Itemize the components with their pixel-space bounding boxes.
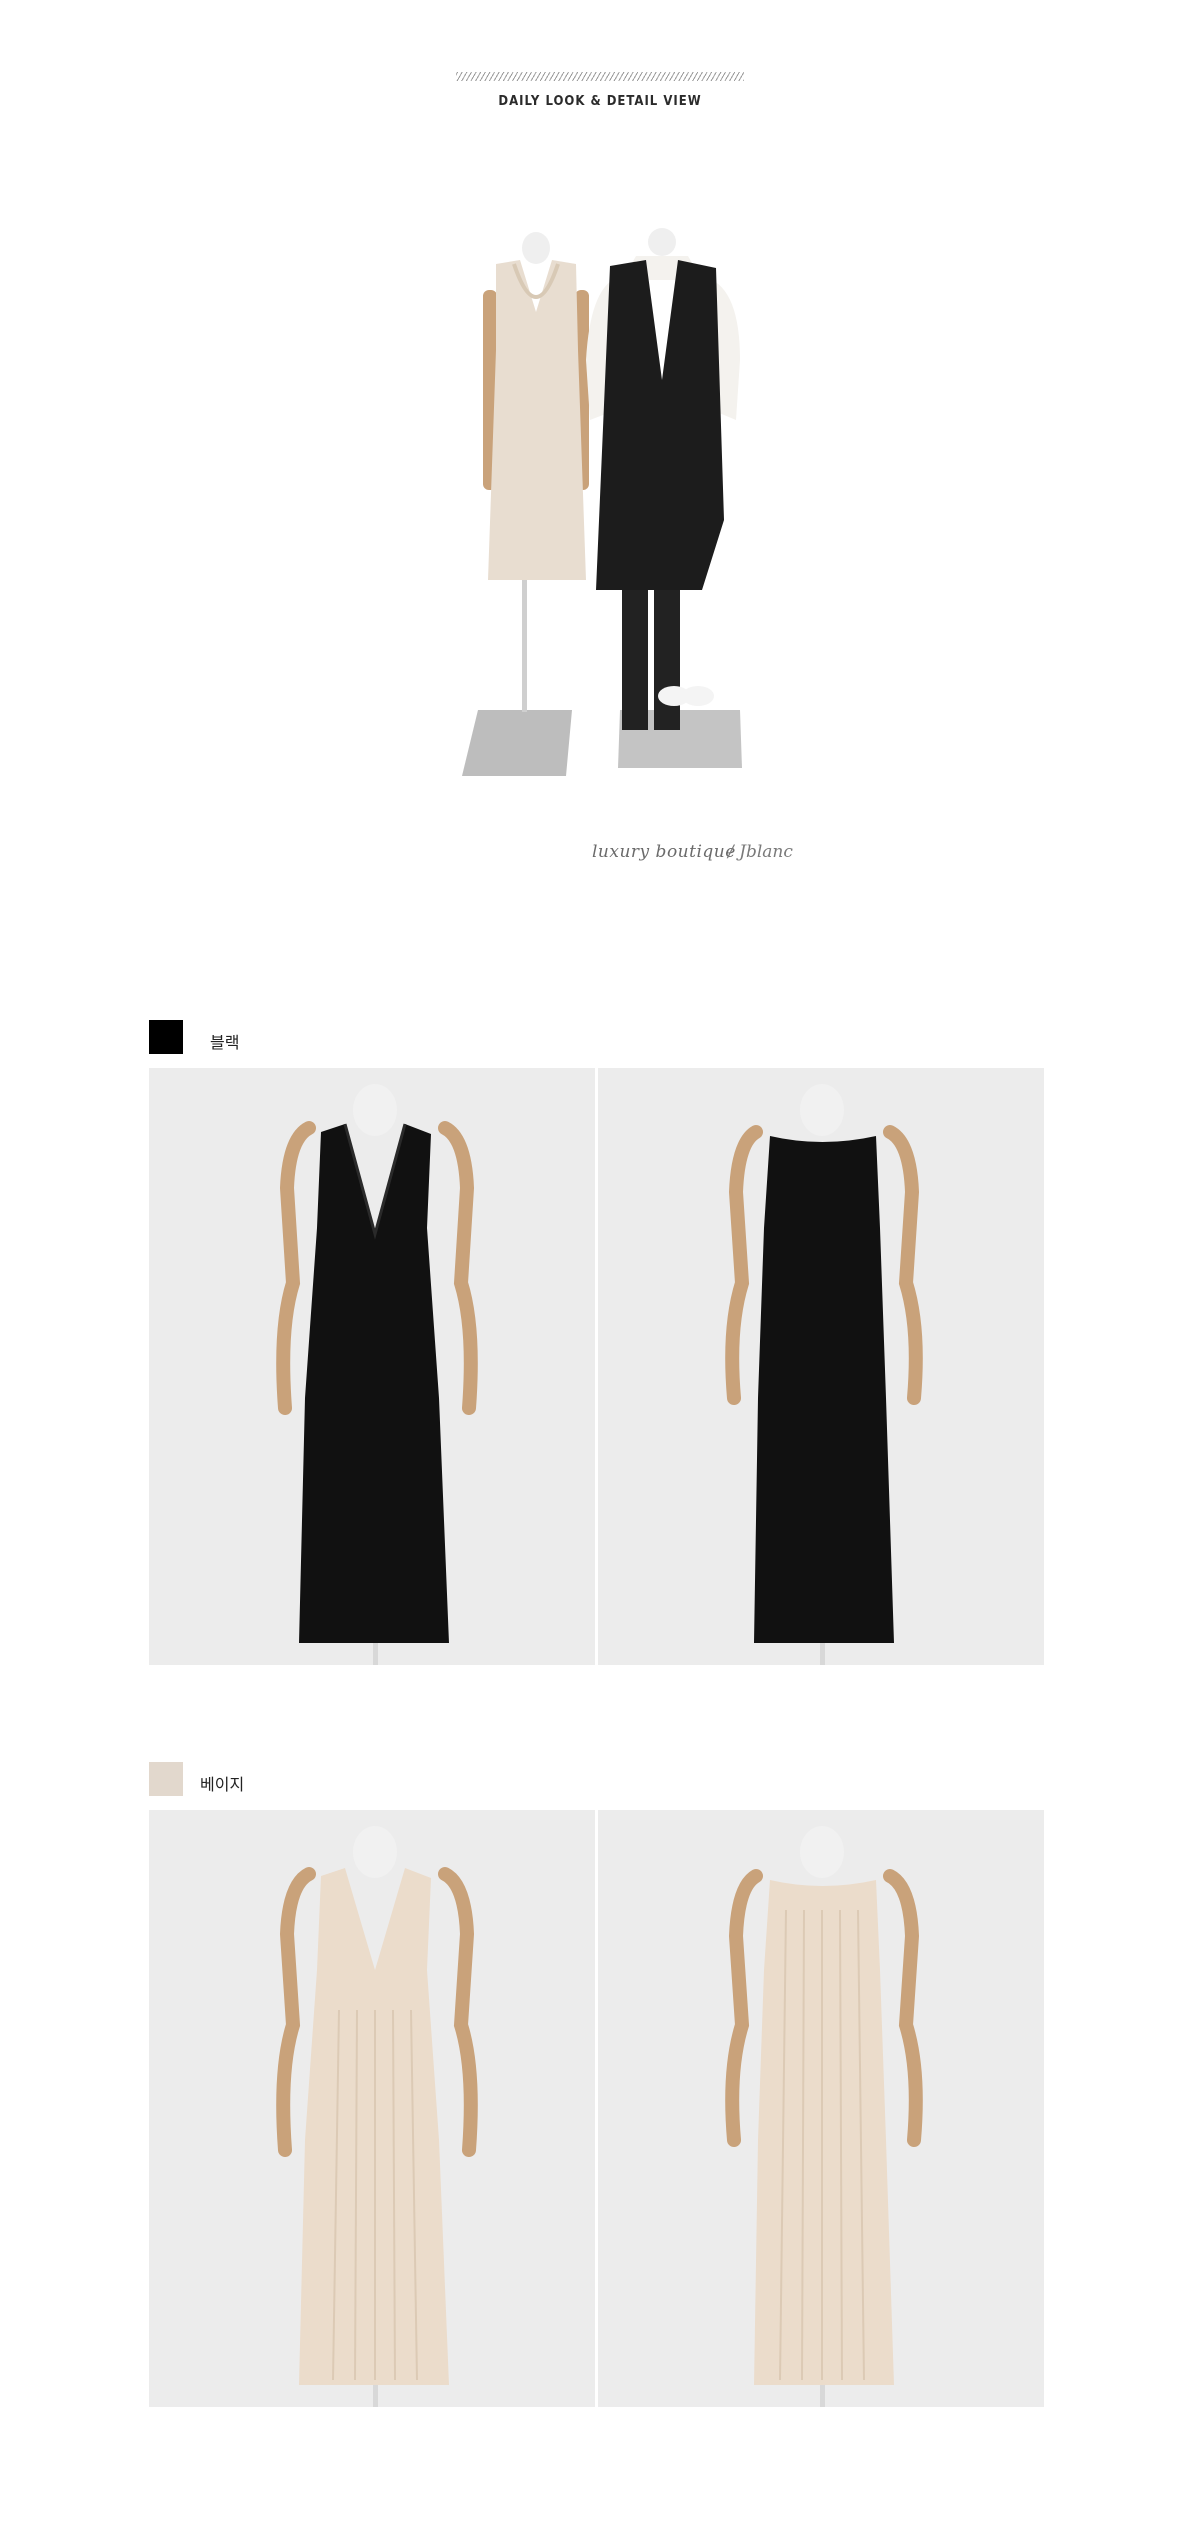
black-vest-hero [596,260,724,590]
photo-black-back [598,1068,1044,1665]
header-hatch-decoration [456,72,744,81]
color-swatch-black [149,1020,183,1054]
brand-tagline: luxury boutique [592,842,736,862]
mannequin-neck [353,1084,397,1136]
color-label-beige: 베이지 [200,1775,245,1794]
color-swatch-beige [149,1762,183,1796]
beige-dress-back [754,1880,894,2385]
beige-dress-hero [488,260,586,580]
photo-beige-front [149,1810,595,2407]
photo-beige-back [598,1810,1044,2407]
mannequin-base-left [462,710,572,776]
mannequin-neck-left [522,232,550,264]
photo-black-front [149,1068,595,1665]
mannequin-neck [353,1826,397,1878]
trouser-right [654,590,680,730]
trouser-left [622,590,648,730]
mannequin-neck [800,1084,844,1136]
hero-image [440,220,770,790]
mannequin-neck [800,1826,844,1878]
mannequin-pole-left [522,570,527,712]
shoe-right [682,686,714,706]
page-title: DAILY LOOK & DETAIL VIEW [498,94,702,109]
black-dress-back [754,1136,894,1643]
color-label-black: 블랙 [210,1033,240,1052]
brand-signature: / Jblanc [728,842,793,862]
